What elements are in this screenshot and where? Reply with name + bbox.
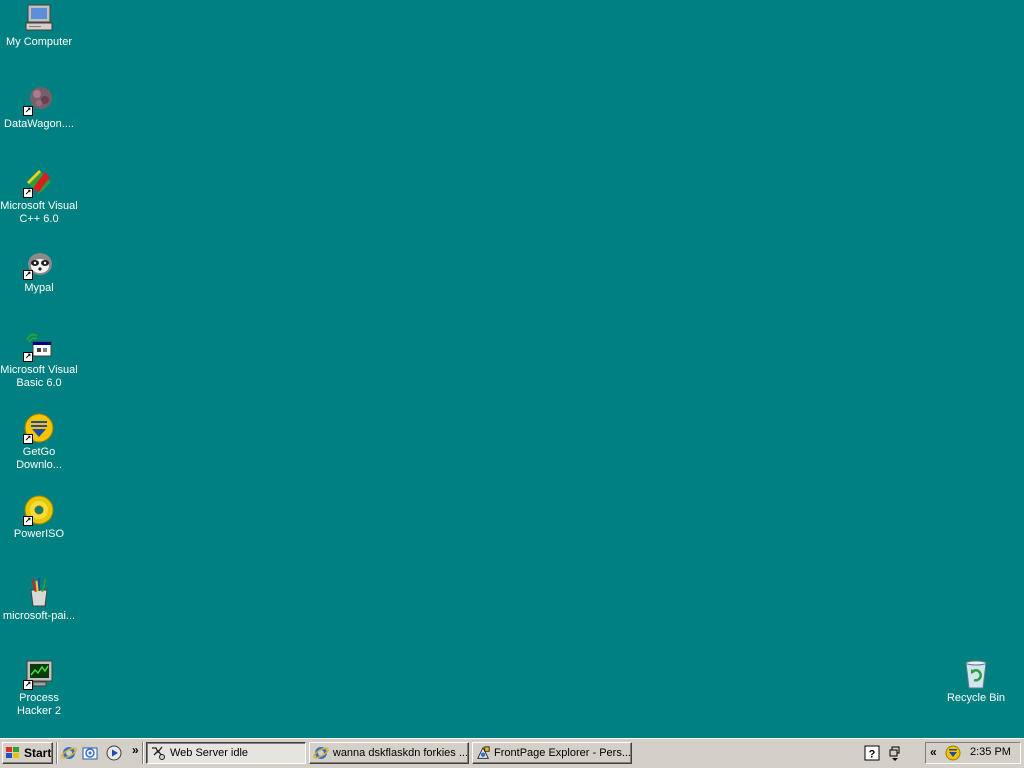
desktop-icon-label: Process Hacker 2 <box>16 692 62 717</box>
desktop-icon-label: Microsoft Visual C++ 6.0 <box>0 200 78 225</box>
restore-window-icon[interactable] <box>887 745 903 761</box>
start-label: Start <box>24 746 52 760</box>
desktop-icon-label: microsoft-pai... <box>2 610 76 622</box>
shortcut-arrow-icon: ↗ <box>23 106 33 116</box>
shortcut-arrow-icon: ↗ <box>23 188 33 198</box>
windows-logo-icon <box>6 747 19 758</box>
internet-explorer-icon <box>313 747 329 759</box>
task-button-web-server[interactable]: Web Server idle <box>146 742 306 764</box>
visual-cpp-icon: ↗ <box>23 166 55 198</box>
taskbar: Start » Web Server idle wanna dskflaskdn… <box>0 738 1024 768</box>
internet-explorer-icon[interactable] <box>61 745 77 761</box>
media-player-icon[interactable] <box>106 745 122 761</box>
outlook-express-icon[interactable] <box>82 745 98 761</box>
desktop-icon-visual-basic[interactable]: ↗ Microsoft Visual Basic 6.0 <box>0 330 78 390</box>
desktop-icon-getgo[interactable]: ↗ GetGo Downlo... <box>0 412 78 472</box>
shortcut-arrow-icon: ↗ <box>23 270 33 280</box>
desktop-icon-label: Microsoft Visual Basic 6.0 <box>0 364 78 389</box>
web-server-icon <box>152 746 165 760</box>
frontpage-icon <box>477 746 490 759</box>
desktop-icon-poweriso[interactable]: ↗ PowerISO <box>0 494 78 541</box>
svg-text:?: ? <box>869 749 876 761</box>
desktop-icon-label: My Computer <box>5 36 73 48</box>
recycle-bin-icon <box>960 658 992 690</box>
datawagon-icon: ↗ <box>23 84 55 116</box>
tray-download-icon[interactable] <box>945 745 961 761</box>
shortcut-arrow-icon: ↗ <box>23 516 33 526</box>
task-button-frontpage[interactable]: FrontPage Explorer - Pers... <box>472 742 632 764</box>
getgo-download-icon: ↗ <box>23 412 55 444</box>
poweriso-disc-icon: ↗ <box>23 494 55 526</box>
desktop: My Computer ↗ DataWagon.... ↗ Microsoft … <box>0 0 1024 738</box>
desktop-icon-datawagon[interactable]: ↗ DataWagon.... <box>0 84 78 131</box>
task-button-browser[interactable]: wanna dskflaskdn forkies ... <box>309 742 469 764</box>
quick-launch-chevron[interactable]: » <box>132 743 139 757</box>
desktop-icon-my-computer[interactable]: My Computer <box>0 2 78 49</box>
taskbar-divider <box>142 742 144 764</box>
desktop-icon-recycle-bin[interactable]: Recycle Bin <box>937 658 1015 705</box>
shortcut-arrow-icon: ↗ <box>23 434 33 444</box>
process-hacker-icon: ↗ <box>23 658 55 690</box>
shortcut-arrow-icon: ↗ <box>23 680 33 690</box>
mypal-raccoon-icon: ↗ <box>23 248 55 280</box>
help-icon[interactable]: ? <box>864 745 880 761</box>
desktop-icon-mypal[interactable]: ↗ Mypal <box>0 248 78 295</box>
shortcut-arrow-icon: ↗ <box>23 352 33 362</box>
desktop-icon-label: Mypal <box>24 282 54 294</box>
tray-expand-button[interactable]: « <box>930 745 937 759</box>
task-label: FrontPage Explorer - Pers... <box>494 747 631 759</box>
desktop-icon-microsoft-paint[interactable]: microsoft-pai... <box>0 576 78 623</box>
desktop-icon-label: DataWagon.... <box>4 118 74 130</box>
task-label: Web Server idle <box>170 747 249 759</box>
desktop-icon-process-hacker[interactable]: ↗ Process Hacker 2 <box>0 658 78 718</box>
desktop-icon-label: Recycle Bin <box>946 692 1006 704</box>
my-computer-icon <box>23 2 55 34</box>
paint-icon <box>23 576 55 608</box>
desktop-icon-visual-cpp[interactable]: ↗ Microsoft Visual C++ 6.0 <box>0 166 78 226</box>
desktop-icon-label: GetGo Downlo... <box>16 446 62 471</box>
task-label: wanna dskflaskdn forkies ... <box>332 747 468 759</box>
visual-basic-icon: ↗ <box>23 330 55 362</box>
start-button[interactable]: Start <box>2 742 53 764</box>
desktop-icon-label: PowerISO <box>13 528 65 540</box>
taskbar-divider <box>56 742 58 764</box>
clock[interactable]: 2:35 PM <box>970 746 1011 758</box>
system-tray: « 2:35 PM <box>925 742 1021 764</box>
